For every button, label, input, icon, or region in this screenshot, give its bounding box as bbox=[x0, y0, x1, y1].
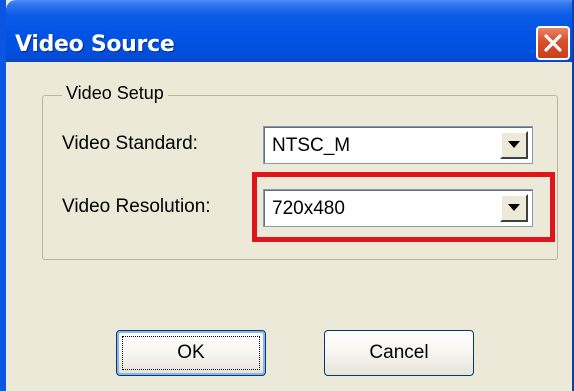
ok-button-label: OK bbox=[177, 342, 205, 363]
resolution-highlight-box bbox=[252, 172, 555, 242]
cancel-button[interactable]: Cancel bbox=[324, 330, 474, 376]
video-standard-dropdown-button[interactable] bbox=[500, 131, 528, 159]
dropdown-arrow-icon bbox=[508, 141, 520, 148]
video-setup-group-label: Video Setup bbox=[62, 82, 168, 104]
video-standard-select[interactable]: NTSC_M bbox=[263, 126, 533, 164]
video-resolution-label: Video Resolution: bbox=[62, 196, 211, 217]
video-standard-value: NTSC_M bbox=[272, 135, 351, 156]
close-button[interactable] bbox=[536, 26, 570, 60]
ok-button[interactable]: OK bbox=[116, 330, 266, 376]
dialog-title: Video Source bbox=[15, 32, 175, 57]
cancel-button-label: Cancel bbox=[369, 342, 429, 363]
close-icon bbox=[544, 34, 562, 52]
video-standard-label: Video Standard: bbox=[62, 133, 198, 154]
video-source-dialog: Video Source Video Setup Video Standard:… bbox=[0, 0, 574, 391]
